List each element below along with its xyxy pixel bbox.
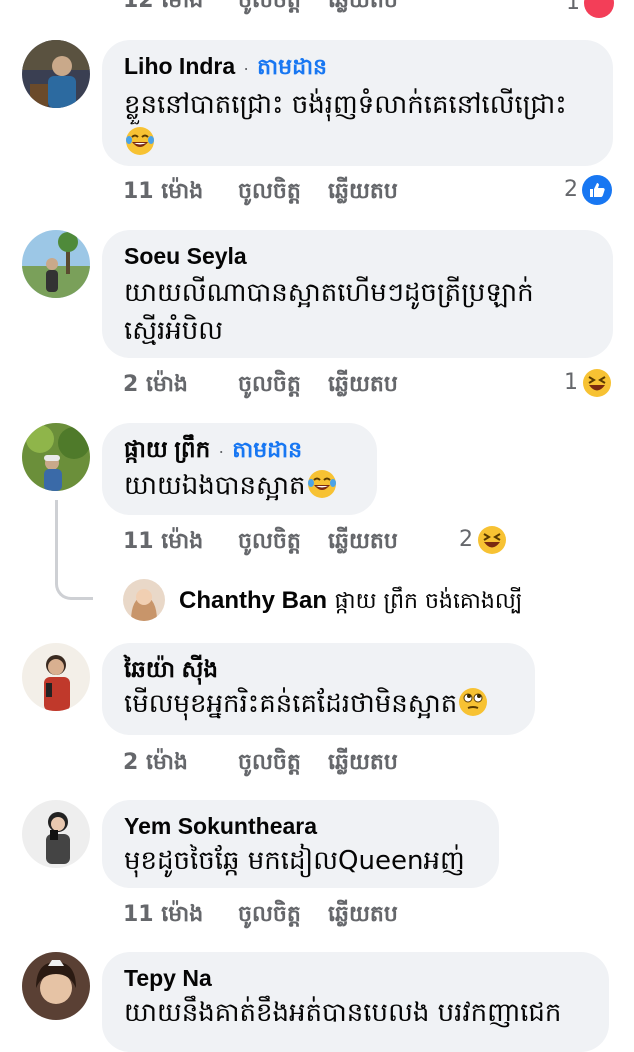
avatar[interactable]	[22, 643, 90, 711]
timestamp: 12 ម៉ោង	[123, 0, 204, 13]
eye-roll-emoji-icon	[459, 688, 488, 716]
comment-text: មុខដូចចៃឆ្កែ មកដៀលQueenអញ់	[124, 846, 465, 876]
commenter-name[interactable]: Liho Indra	[124, 53, 235, 79]
timestamp: 11 ម៉ោង	[123, 179, 204, 204]
reply-link[interactable]: ឆ្លើយតប	[328, 370, 398, 400]
avatar[interactable]	[123, 579, 165, 621]
comment-bubble: Yem Sokuntheara មុខដូចចៃឆ្កែ មកដៀលQueenអ…	[102, 800, 499, 888]
timestamp: 11 ម៉ោង	[123, 902, 204, 927]
commenter-name[interactable]: ឆៃយ៉ា ស៊ីង	[124, 655, 513, 683]
comment-text: យាយនឹងគាត់ខឹងអត់បានបេលង បរវកញាជេក	[124, 998, 562, 1028]
commenter-name[interactable]: Tepy Na	[124, 964, 587, 992]
avatar[interactable]	[22, 952, 90, 1020]
comment-bubble: ផ្កាយ ព្រឹក · តាមដាន យាយឯងបានស្អាត	[102, 423, 377, 515]
thread-connector	[55, 500, 93, 600]
comment-text: ខ្លួននៅបាតជ្រោះ ចង់រុញទំលាក់គេនៅលើជ្រោះ	[124, 86, 591, 162]
reply-link[interactable]: ឆ្លើយតប	[328, 748, 398, 778]
reaction-summary[interactable]: 2	[459, 525, 507, 555]
commenter-name[interactable]: ផ្កាយ ព្រឹក	[124, 436, 210, 462]
reply-link[interactable]: ឆ្លើយតប	[328, 0, 398, 16]
reply-link[interactable]: ឆ្លើយតប	[328, 177, 398, 207]
like-link[interactable]: ចូលចិត្ត	[238, 748, 301, 778]
reply-link[interactable]: ឆ្លើយតប	[328, 527, 398, 557]
comment-text: យាយលីណាបានស្អាតហើមៗដូចត្រីប្រឡាក់ ស្មើរអ…	[124, 278, 534, 346]
timestamp: 2 ម៉ោង	[123, 372, 188, 397]
avatar[interactable]	[22, 423, 90, 491]
commenter-name[interactable]: Yem Sokuntheara	[124, 812, 477, 840]
reply-preview[interactable]: Chanthy Ban ផ្កាយ ព្រឹក ចង់គោងល្បី	[179, 586, 522, 619]
comment-bubble: Tepy Na យាយនឹងគាត់ខឹងអត់បានបេលង បរវកញាជេ…	[102, 952, 609, 1052]
like-reaction-icon	[582, 175, 612, 205]
comment-text: មើលមុខអ្នករិះគន់គេដែរថាមិនស្អាត	[124, 685, 513, 723]
haha-reaction-icon	[583, 369, 611, 397]
reaction-summary[interactable]: 1	[564, 368, 612, 398]
like-link[interactable]: ចូលចិត្ត	[238, 0, 301, 16]
like-link[interactable]: ចូលចិត្ត	[238, 177, 301, 207]
reaction-summary[interactable]: 1	[566, 0, 614, 18]
like-link[interactable]: ចូលចិត្ត	[238, 900, 301, 930]
comment-bubble: Liho Indra · តាមដាន ខ្លួននៅបាតជ្រោះ ចង់រុញ…	[102, 40, 613, 166]
laughing-tears-emoji-icon	[307, 470, 336, 498]
comment-text: យាយឯងបានស្អាត	[124, 467, 355, 505]
timestamp: 2 ម៉ោង	[123, 750, 188, 775]
reply-link[interactable]: ឆ្លើយតប	[328, 900, 398, 930]
avatar[interactable]	[22, 800, 90, 868]
avatar[interactable]	[22, 40, 90, 108]
avatar[interactable]	[22, 230, 90, 298]
commenter-name[interactable]: Soeu Seyla	[124, 242, 591, 270]
comment-bubble: Soeu Seyla យាយលីណាបានស្អាតហើមៗដូចត្រីប្រ…	[102, 230, 613, 358]
comment-bubble: ឆៃយ៉ា ស៊ីង មើលមុខអ្នករិះគន់គេដែរថាមិនស្អ…	[102, 643, 535, 735]
like-link[interactable]: ចូលចិត្ត	[238, 370, 301, 400]
reply-author[interactable]: Chanthy Ban	[179, 587, 327, 614]
reaction-summary[interactable]: 2	[564, 175, 612, 205]
reply-text: ផ្កាយ ព្រឹក ចង់គោងល្បី	[334, 589, 523, 614]
love-reaction-icon	[584, 0, 614, 18]
follow-link[interactable]: តាមដាន	[232, 437, 302, 462]
follow-link[interactable]: តាមដាន	[257, 54, 327, 79]
haha-reaction-icon	[478, 526, 506, 554]
like-link[interactable]: ចូលចិត្ត	[238, 527, 301, 557]
timestamp: 11 ម៉ោង	[123, 529, 204, 554]
laughing-tears-emoji-icon	[126, 127, 154, 155]
